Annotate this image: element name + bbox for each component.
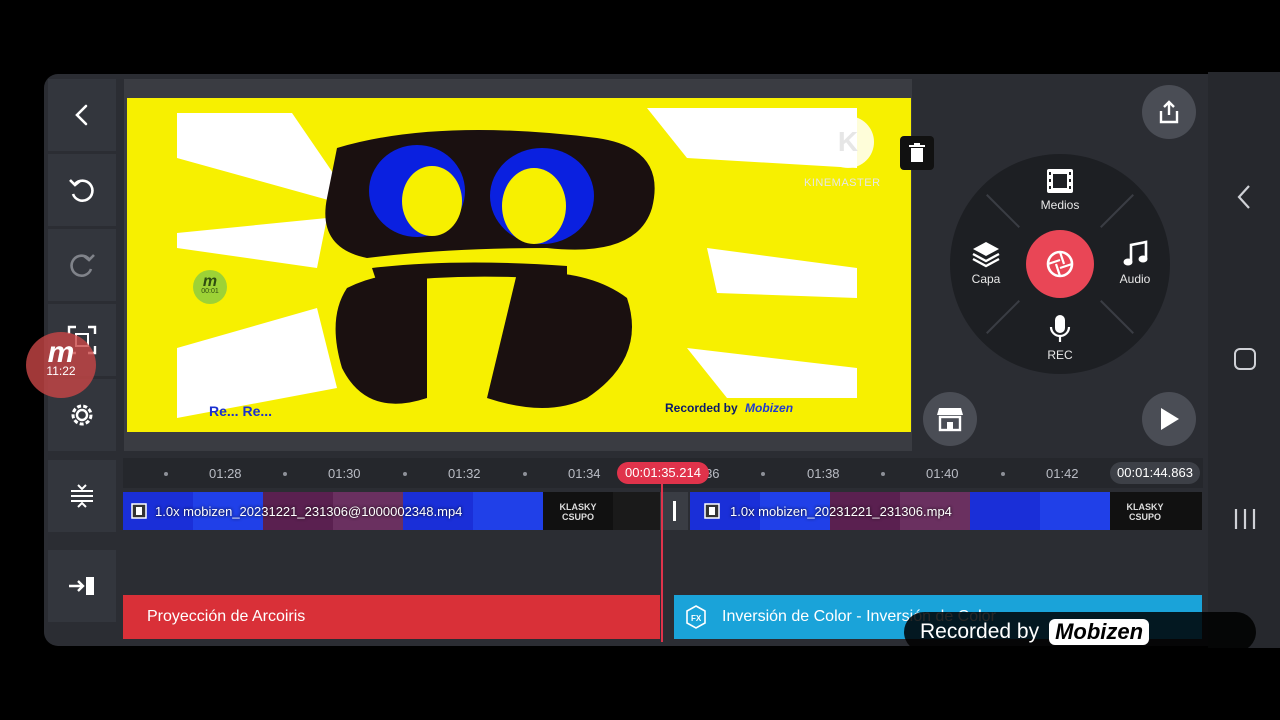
undo-icon: [69, 179, 94, 202]
svg-text:Re... Re...: Re... Re...: [209, 403, 272, 419]
thumb-logo: KLASKY CSUPO: [1110, 492, 1180, 530]
video-recorded-by: Recorded by Mobizen: [665, 401, 794, 415]
end-time-label: 00:01:44.863: [1110, 462, 1200, 484]
android-nav-bar: [1208, 72, 1280, 648]
play-button[interactable]: [1142, 392, 1196, 446]
timeline-adjust-icon: [71, 484, 93, 508]
ruler-tick: 01:28: [209, 466, 242, 481]
thumb-logo: KLASKY CSUPO: [543, 492, 613, 530]
clip-label: 1.0x mobizen_20231221_231306.mp4: [730, 504, 952, 519]
wheel-divider: [1100, 194, 1134, 228]
svg-text:FX: FX: [691, 614, 702, 623]
share-button[interactable]: [1142, 85, 1196, 139]
video-frame-art: Re... Re...: [177, 108, 857, 419]
clip-film-icon: [704, 503, 720, 519]
video-clip-2[interactable]: KLASKY CSUPO 1.0x mobizen_20231221_23130…: [690, 492, 1202, 530]
current-time-label: 00:01:35.214: [617, 462, 709, 484]
ruler-tick: 01:40: [926, 466, 959, 481]
undo-button[interactable]: [48, 154, 116, 226]
mini-mobizen-badge: m 00:01: [193, 270, 227, 304]
redo-button[interactable]: [48, 229, 116, 301]
rec-button[interactable]: REC: [1034, 314, 1086, 362]
redo-icon: [70, 254, 95, 277]
playhead[interactable]: [661, 484, 663, 642]
kinemaster-watermark-text: KINEMASTER: [804, 177, 881, 189]
exit-button[interactable]: [48, 550, 116, 622]
effect-label: Proyección de Arcoiris: [147, 608, 306, 625]
wheel-divider: [1100, 300, 1134, 334]
video-preview[interactable]: Re... Re... m 00:01 Recorded by Mobizen: [127, 98, 911, 432]
ruler-tick: 01:42: [1046, 466, 1079, 481]
media-button[interactable]: Medios: [1034, 168, 1086, 212]
editor-frame: Re... Re... m 00:01 Recorded by Mobizen …: [44, 74, 1208, 646]
layer-button[interactable]: Capa: [958, 240, 1014, 286]
asset-store-button[interactable]: [923, 392, 977, 446]
mobizen-recorder-bubble[interactable]: m 11:22: [26, 332, 96, 398]
audio-button[interactable]: Audio: [1108, 240, 1162, 286]
nav-back-icon[interactable]: [1236, 184, 1252, 210]
ruler-tick: 01:38: [807, 466, 840, 481]
transition-handle[interactable]: [660, 492, 688, 530]
effect-layer-rainbow[interactable]: Proyección de Arcoiris: [123, 595, 660, 639]
kinemaster-logo: K: [822, 116, 874, 168]
layers-icon: [972, 242, 1000, 268]
recording-time: 11:22: [46, 364, 76, 378]
mobizen-logo: Mobizen: [1049, 619, 1150, 645]
store-icon: [937, 408, 963, 432]
video-clip-1[interactable]: KLASKY CSUPO 1.0x mobizen_20231221_23130…: [123, 492, 660, 530]
gear-icon: [71, 404, 93, 426]
timeline-adjust-button[interactable]: [48, 460, 116, 532]
capture-button[interactable]: [1026, 230, 1094, 298]
clip-label: 1.0x mobizen_20231221_231306@1000002348.…: [155, 504, 463, 519]
wheel-divider: [986, 194, 1020, 228]
film-icon: [1047, 169, 1073, 193]
ruler-tick: 01:34: [568, 466, 601, 481]
wheel-divider: [986, 300, 1020, 334]
back-button[interactable]: [48, 79, 116, 151]
ruler-tick: 01:30: [328, 466, 361, 481]
trash-icon: [909, 143, 925, 162]
nav-recents-icon[interactable]: [1233, 508, 1257, 530]
nav-home-icon[interactable]: [1233, 347, 1257, 371]
play-icon: [1161, 408, 1179, 430]
music-note-icon: [1123, 240, 1148, 266]
recorded-by-overlay: Recorded by Mobizen: [904, 612, 1256, 652]
fx-icon: FX: [686, 605, 706, 629]
clip-film-icon: [131, 503, 147, 519]
delete-watermark-button[interactable]: [900, 136, 934, 170]
back-icon: [75, 104, 88, 126]
microphone-icon: [1049, 315, 1071, 342]
shutter-icon: [1046, 250, 1074, 278]
share-icon: [1159, 100, 1179, 124]
action-wheel: Medios Capa Audio REC: [950, 154, 1170, 374]
ruler-tick: 01:32: [448, 466, 481, 481]
exit-icon: [69, 577, 94, 595]
